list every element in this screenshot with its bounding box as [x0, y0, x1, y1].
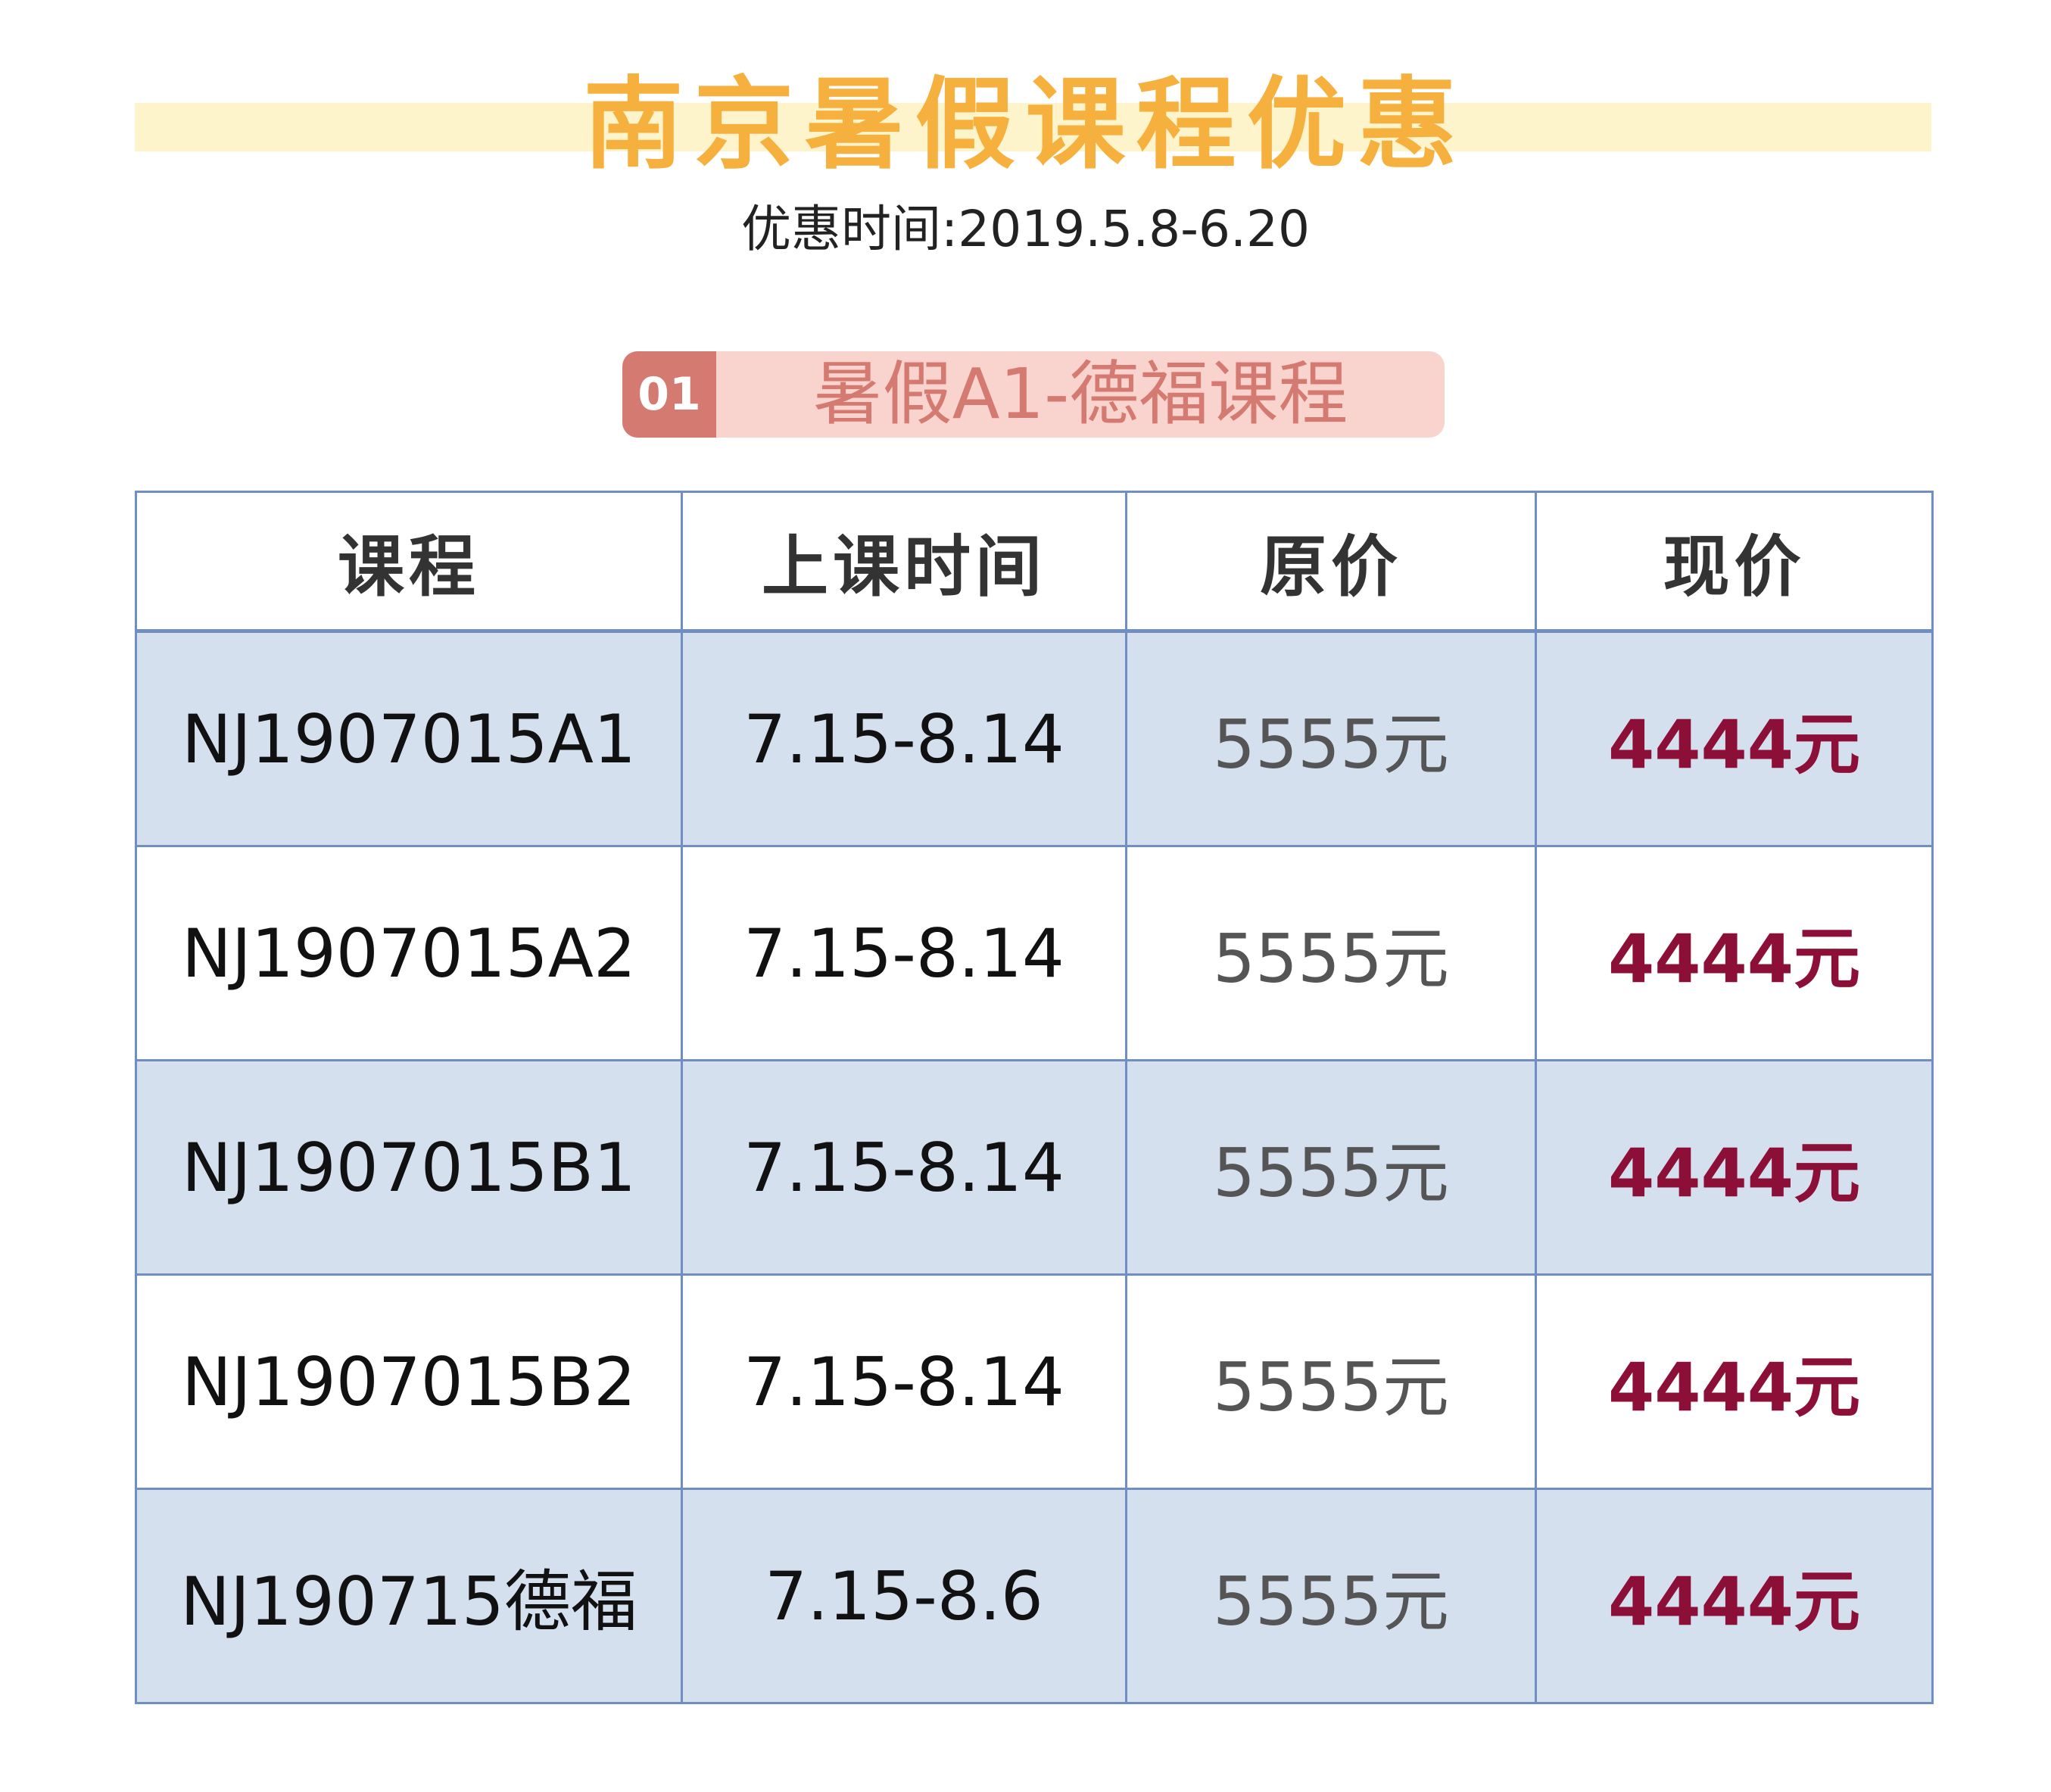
table-row: NJ1907015A1 7.15-8.14 5555元 4444元: [135, 630, 1934, 847]
course-price-table: 课程 上课时间 原价 现价 NJ1907015A1 7.15-8.14 5555…: [135, 491, 1934, 1704]
class-time: 7.15-8.14: [681, 630, 1127, 847]
column-header-class-time: 上课时间: [681, 491, 1127, 632]
original-price: 5555元: [1125, 845, 1537, 1061]
current-price: 4444元: [1535, 845, 1934, 1061]
promotion-period: 优惠时间:2019.5.8-6.20: [741, 200, 1310, 258]
page-title: 南京暑假课程优惠: [583, 67, 1468, 183]
table-row: NJ1907015A2 7.15-8.14 5555元 4444元: [135, 845, 1934, 1061]
original-price: 5555元: [1125, 630, 1537, 847]
table-row: NJ1907015B1 7.15-8.14 5555元 4444元: [135, 1059, 1934, 1276]
course-code: NJ190715德福: [135, 1488, 683, 1704]
column-header-current-price: 现价: [1535, 491, 1934, 632]
current-price: 4444元: [1535, 1273, 1934, 1490]
table-row: NJ190715德福 7.15-8.6 5555元 4444元: [135, 1488, 1934, 1704]
section-number: 01: [622, 351, 716, 438]
course-code: NJ1907015B2: [135, 1273, 683, 1490]
column-header-course: 课程: [135, 491, 683, 632]
original-price: 5555元: [1125, 1273, 1537, 1490]
class-time: 7.15-8.6: [681, 1488, 1127, 1704]
class-time: 7.15-8.14: [681, 845, 1127, 1061]
course-code: NJ1907015A2: [135, 845, 683, 1061]
table-header-row: 课程 上课时间 原价 现价: [135, 491, 1934, 632]
course-code: NJ1907015A1: [135, 630, 683, 847]
original-price: 5555元: [1125, 1059, 1537, 1276]
current-price: 4444元: [1535, 630, 1934, 847]
course-code: NJ1907015B1: [135, 1059, 683, 1276]
table-row: NJ1907015B2 7.15-8.14 5555元 4444元: [135, 1273, 1934, 1490]
current-price: 4444元: [1535, 1488, 1934, 1704]
current-price: 4444元: [1535, 1059, 1934, 1276]
original-price: 5555元: [1125, 1488, 1537, 1704]
column-header-original-price: 原价: [1125, 491, 1537, 632]
section-header: 01 暑假A1-德福课程: [622, 351, 1445, 438]
section-title: 暑假A1-德福课程: [812, 354, 1348, 435]
class-time: 7.15-8.14: [681, 1273, 1127, 1490]
class-time: 7.15-8.14: [681, 1059, 1127, 1276]
